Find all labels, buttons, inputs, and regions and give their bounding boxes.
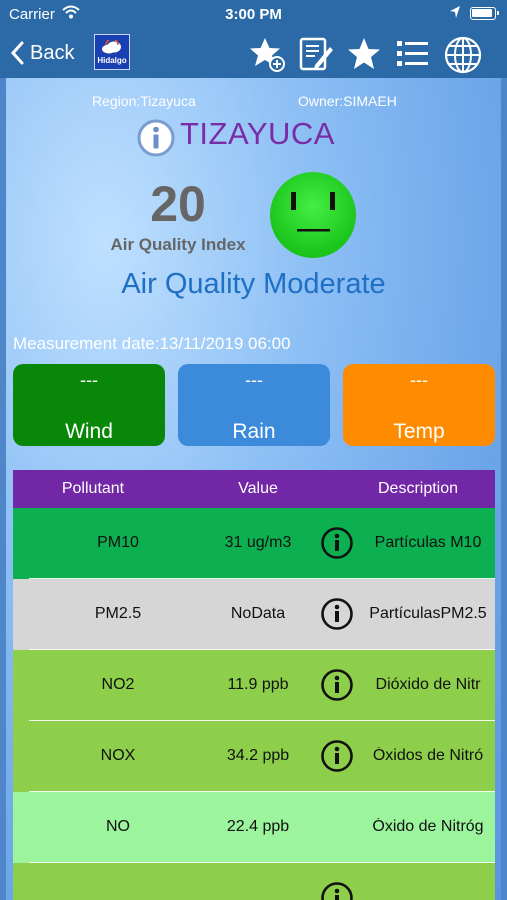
star-icon: [348, 38, 380, 69]
pollutant-value: NoData: [230, 605, 286, 622]
info-icon[interactable]: [320, 526, 354, 560]
location-arrow-icon: [449, 5, 461, 23]
aqi-label: Air Quality Index: [110, 235, 246, 254]
neutral-face-icon: [268, 170, 358, 260]
wind-value: ---: [80, 370, 98, 390]
measurement-date: Measurement date:13/11/2019 06:00: [13, 334, 291, 353]
info-icon: [137, 119, 175, 157]
rain-label: Rain: [232, 420, 276, 443]
back-label: Back: [30, 41, 75, 64]
wind-label: Wind: [65, 420, 113, 443]
clock: 3:00 PM: [225, 6, 282, 23]
list-button[interactable]: [394, 35, 432, 73]
info-icon[interactable]: [320, 881, 354, 900]
status-bar: Carrier 3:00 PM: [0, 0, 507, 28]
info-icon[interactable]: [320, 668, 354, 702]
table-row[interactable]: PM10 31 ug/m3 Partículas M10: [13, 508, 495, 579]
battery-icon: [470, 7, 499, 20]
pollutant-description: Óxido de Nitróg: [372, 818, 484, 835]
pollutant-value: 31 ug/m3: [224, 534, 292, 551]
station-info-button[interactable]: [136, 118, 176, 158]
temp-card[interactable]: --- Temp: [343, 364, 495, 446]
station-name: TIZAYUCA: [180, 116, 335, 151]
rain-value: ---: [245, 370, 263, 390]
pollutant-name: NO: [106, 818, 130, 835]
globe-button[interactable]: [443, 35, 482, 74]
info-icon[interactable]: [320, 597, 354, 631]
chevron-left-icon: [10, 41, 24, 65]
table-row[interactable]: NO 22.4 ppb Óxido de Nitróg: [13, 792, 495, 863]
temp-label: Temp: [393, 420, 445, 443]
logo-text: Hidalgo: [97, 56, 127, 65]
owner-label: Owner:SIMAEH: [298, 93, 397, 109]
station-detail-panel: Region:Tizayuca Owner:SIMAEH TIZAYUCA 20…: [6, 78, 501, 900]
pollutant-description: PartículasPM2.5: [369, 605, 487, 622]
info-icon[interactable]: [320, 739, 354, 773]
cloud-icon: [102, 40, 121, 54]
list-icon: [397, 41, 428, 66]
rain-card[interactable]: --- Rain: [178, 364, 330, 446]
wind-card[interactable]: --- Wind: [13, 364, 165, 446]
header-value: Value: [238, 480, 278, 497]
temp-value: ---: [410, 370, 428, 390]
pollutant-name: NO2: [101, 676, 135, 693]
navigation-bar: Back Hidalgo: [0, 28, 507, 78]
table-header: Pollutant Value Description: [13, 470, 495, 508]
pollutant-name: PM10: [97, 534, 139, 551]
pollutant-value: 11.9 ppb: [227, 676, 289, 693]
pollutant-table: Pollutant Value Description PM10 31 ug/m3…: [13, 470, 495, 900]
pollutant-name: PM2.5: [94, 605, 142, 622]
table-row[interactable]: NO2 11.9 ppb Dióxido de Nitr: [13, 650, 495, 721]
pollutant-name: NOX: [100, 747, 136, 764]
table-row[interactable]: [13, 863, 495, 900]
pollutant-description: Óxidos de Nitró: [372, 747, 484, 764]
header-pollutant: Pollutant: [61, 480, 125, 497]
favorites-button[interactable]: [345, 35, 383, 73]
edit-document-button[interactable]: [297, 35, 335, 73]
hidalgo-logo: Hidalgo: [94, 34, 130, 70]
star-add-icon: [250, 38, 285, 72]
add-favorite-button[interactable]: [248, 35, 286, 73]
region-label: Region:Tizayuca: [92, 93, 196, 109]
air-quality-status: Air Quality Moderate: [121, 268, 386, 300]
pollutant-description: Partículas M10: [374, 534, 482, 551]
table-row[interactable]: NOX 34.2 ppb Óxidos de Nitró: [13, 721, 495, 792]
header-description: Description: [377, 480, 459, 497]
aqi-value: 20: [150, 176, 206, 232]
pollutant-value: 22.4 ppb: [226, 818, 290, 835]
edit-document-icon: [299, 37, 333, 71]
table-body: PM10 31 ug/m3 Partículas M10 PM2.5 NoData Par…: [13, 508, 495, 900]
pollutant-value: 34.2 ppb: [226, 747, 290, 764]
back-button[interactable]: Back: [10, 38, 74, 68]
globe-icon: [444, 36, 482, 74]
table-row[interactable]: PM2.5 NoData PartículasPM2.5: [13, 579, 495, 650]
pollutant-description: Dióxido de Nitr: [375, 676, 481, 693]
